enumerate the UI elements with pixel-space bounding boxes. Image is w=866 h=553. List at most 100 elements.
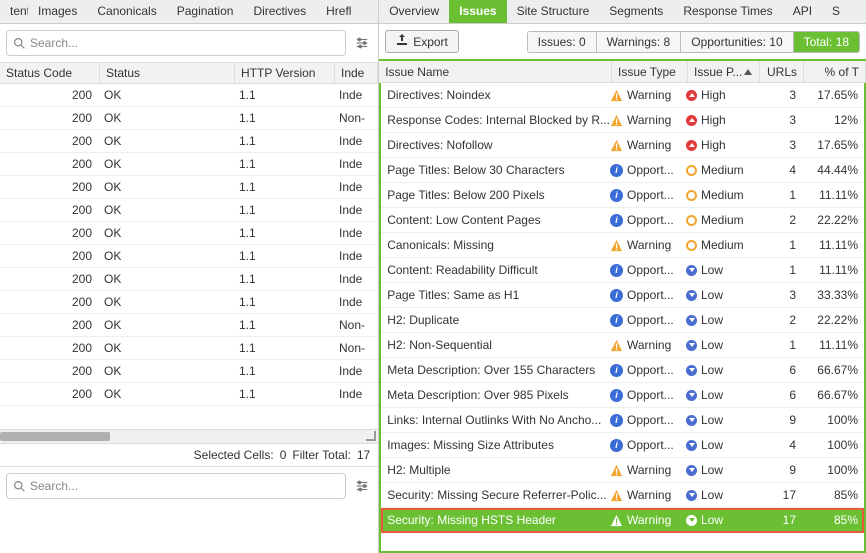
issue-priority: Low [701, 313, 723, 327]
left-tab-hrefl[interactable]: Hrefl [316, 0, 361, 23]
table-row[interactable]: 200OK1.1Inde [0, 383, 378, 406]
issue-row[interactable]: Content: Readability DifficultiOpport...… [381, 258, 864, 283]
col-issue-priority[interactable]: Issue P... [688, 61, 760, 82]
left-column-headers: Status Code Status HTTP Version Inde [0, 62, 378, 84]
issue-priority: Low [701, 363, 723, 377]
col-http[interactable]: HTTP Version [235, 63, 335, 83]
issue-name: Content: Readability Difficult [381, 263, 610, 277]
issue-row[interactable]: H2: Non-Sequential!WarningLow111.11% [381, 333, 864, 358]
issue-type: Opport... [627, 363, 674, 377]
issue-row[interactable]: Directives: Noindex!WarningHigh317.65% [381, 83, 864, 108]
left-tab-tent[interactable]: tent [0, 0, 28, 23]
issue-row[interactable]: H2: Multiple!WarningLow9100% [381, 458, 864, 483]
issue-urls: 6 [758, 388, 802, 402]
h-scrollbar-thumb[interactable] [0, 432, 110, 441]
issue-type: Opport... [627, 288, 674, 302]
issue-row[interactable]: Meta Description: Over 985 PixelsiOpport… [381, 383, 864, 408]
issue-row[interactable]: Content: Low Content PagesiOpport...Medi… [381, 208, 864, 233]
svg-text:!: ! [615, 92, 618, 102]
export-button[interactable]: Export [385, 30, 459, 53]
table-row[interactable]: 200OK1.1Inde [0, 199, 378, 222]
issue-row[interactable]: Page Titles: Below 30 CharactersiOpport.… [381, 158, 864, 183]
priority-low-icon [686, 390, 697, 401]
issue-row[interactable]: Security: Missing Secure Referrer-Polic.… [381, 483, 864, 508]
right-tab-api[interactable]: API [783, 0, 822, 23]
issue-row[interactable]: Response Codes: Internal Blocked by R...… [381, 108, 864, 133]
issue-urls: 9 [758, 413, 802, 427]
priority-high-icon [686, 140, 697, 151]
summary-total[interactable]: Total: 18 [794, 32, 859, 52]
issue-row[interactable]: Canonicals: Missing!WarningMedium111.11% [381, 233, 864, 258]
right-tab-overview[interactable]: Overview [379, 0, 449, 23]
right-tab-site-structure[interactable]: Site Structure [507, 0, 600, 23]
info-icon: i [610, 389, 623, 402]
summary-opps[interactable]: Opportunities: 10 [681, 32, 793, 52]
col-pct[interactable]: % of T [804, 61, 866, 82]
col-status-code[interactable]: Status Code [0, 63, 100, 83]
left-tab-images[interactable]: Images [28, 0, 87, 23]
right-tab-issues[interactable]: Issues [449, 0, 506, 23]
left-tab-pagination[interactable]: Pagination [167, 0, 244, 23]
search-field-2[interactable] [6, 473, 346, 499]
col-issue-name[interactable]: Issue Name [379, 61, 612, 82]
issue-pct: 11.11% [802, 263, 864, 277]
table-row[interactable]: 200OK1.1Non- [0, 107, 378, 130]
summary-issues[interactable]: Issues: 0 [528, 32, 597, 52]
col-issue-type[interactable]: Issue Type [612, 61, 688, 82]
right-tab-segments[interactable]: Segments [599, 0, 673, 23]
issue-pct: 66.67% [802, 388, 864, 402]
issue-pct: 85% [802, 488, 864, 502]
info-icon: i [610, 439, 623, 452]
issue-pct: 100% [802, 413, 864, 427]
filter-settings-icon[interactable] [352, 33, 372, 53]
issue-row[interactable]: Links: Internal Outlinks With No Ancho..… [381, 408, 864, 433]
issue-row[interactable]: H2: DuplicateiOpport...Low222.22% [381, 308, 864, 333]
priority-low-icon [686, 290, 697, 301]
issue-row[interactable]: Directives: Nofollow!WarningHigh317.65% [381, 133, 864, 158]
filter-total-value: 17 [357, 448, 370, 462]
issues-grid[interactable]: Directives: Noindex!WarningHigh317.65%Re… [379, 83, 866, 553]
table-row[interactable]: 200OK1.1Inde [0, 84, 378, 107]
issue-row[interactable]: Page Titles: Below 200 PixelsiOpport...M… [381, 183, 864, 208]
table-row[interactable]: 200OK1.1Non- [0, 314, 378, 337]
issue-row[interactable]: Images: Missing Size AttributesiOpport..… [381, 433, 864, 458]
table-row[interactable]: 200OK1.1Inde [0, 245, 378, 268]
table-row[interactable]: 200OK1.1Inde [0, 268, 378, 291]
search-input[interactable] [26, 33, 339, 53]
search-input-2[interactable] [26, 476, 339, 496]
filter-settings-icon-2[interactable] [352, 476, 372, 496]
search-field[interactable] [6, 30, 346, 56]
table-row[interactable]: 200OK1.1Inde [0, 130, 378, 153]
issue-row[interactable]: Meta Description: Over 155 CharactersiOp… [381, 358, 864, 383]
issue-row[interactable]: Page Titles: Same as H1iOpport...Low333.… [381, 283, 864, 308]
issue-pct: 11.11% [802, 238, 864, 252]
col-index[interactable]: Inde [335, 63, 378, 83]
table-row[interactable]: 200OK1.1Inde [0, 153, 378, 176]
svg-text:!: ! [615, 242, 618, 252]
left-grid[interactable]: 200OK1.1Inde200OK1.1Non-200OK1.1Inde200O… [0, 84, 378, 429]
left-tab-directives[interactable]: Directives [243, 0, 316, 23]
table-row[interactable]: 200OK1.1Inde [0, 360, 378, 383]
table-row[interactable]: 200OK1.1Non- [0, 337, 378, 360]
col-urls[interactable]: URLs [760, 61, 804, 82]
table-row[interactable]: 200OK1.1Inde [0, 176, 378, 199]
summary-warnings[interactable]: Warnings: 8 [597, 32, 682, 52]
svg-text:!: ! [615, 492, 618, 502]
issue-urls: 3 [758, 88, 802, 102]
issue-name: Response Codes: Internal Blocked by R... [381, 113, 610, 127]
table-row[interactable]: 200OK1.1Inde [0, 291, 378, 314]
summary-bar: Issues: 0 Warnings: 8 Opportunities: 10 … [527, 31, 860, 53]
issue-name: Security: Missing Secure Referrer-Polic.… [381, 488, 610, 502]
warning-icon: ! [610, 489, 623, 502]
table-row[interactable]: 200OK1.1Inde [0, 222, 378, 245]
col-status[interactable]: Status [100, 63, 235, 83]
right-tab-s[interactable]: S [822, 0, 850, 23]
issue-urls: 1 [758, 188, 802, 202]
h-scrollbar[interactable] [0, 429, 378, 443]
svg-text:!: ! [615, 517, 618, 527]
info-icon: i [610, 189, 623, 202]
right-tab-response-times[interactable]: Response Times [673, 0, 782, 23]
left-tab-canonicals[interactable]: Canonicals [87, 0, 166, 23]
issue-name: Meta Description: Over 985 Pixels [381, 388, 610, 402]
issue-row[interactable]: Security: Missing HSTS Header!WarningLow… [381, 508, 864, 533]
